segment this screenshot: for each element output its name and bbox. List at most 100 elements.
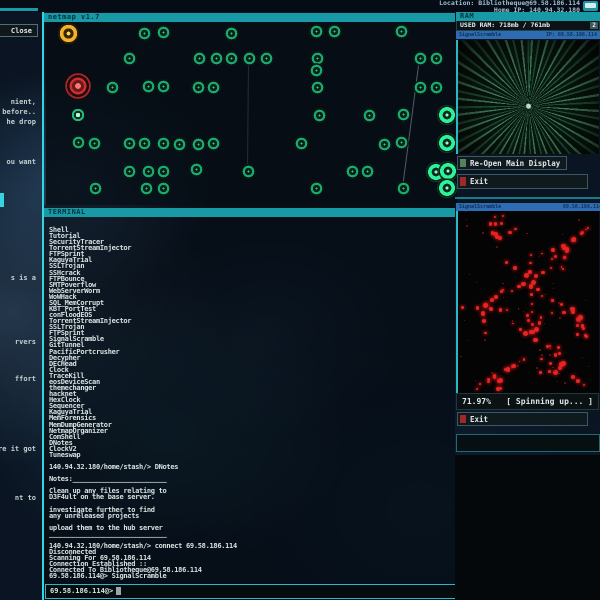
scanner-particle <box>517 365 519 367</box>
netmap-node-normal[interactable] <box>224 26 239 41</box>
netmap-node-normal[interactable] <box>242 51 257 66</box>
netmap-node-normal[interactable] <box>206 80 221 95</box>
scanner-particle <box>502 289 505 292</box>
exit-label: Exit <box>470 415 488 424</box>
scanner-particle <box>484 316 485 317</box>
netmap-node-normal[interactable] <box>141 164 156 179</box>
scanner-exit-button[interactable]: Exit <box>457 412 588 426</box>
netmap-node-normal[interactable] <box>360 164 375 179</box>
scanner-particle <box>558 352 561 355</box>
netmap-node-normal[interactable] <box>156 164 171 179</box>
netmap-node-normal[interactable] <box>156 136 171 151</box>
scanner-particle <box>541 253 543 255</box>
netmap-node-normal[interactable] <box>259 51 274 66</box>
netmap-node-normal[interactable] <box>345 164 360 179</box>
netmap-node-normal[interactable] <box>156 79 171 94</box>
scanner-particle <box>476 306 480 310</box>
netmap-node-normal[interactable] <box>362 108 377 123</box>
netmap-node-normal[interactable] <box>309 63 324 78</box>
reopen-main-display-button[interactable]: Re-Open Main Display <box>457 156 567 170</box>
netmap-node-normal[interactable] <box>191 80 206 95</box>
netmap-node-normal[interactable] <box>429 51 444 66</box>
scanner-particle <box>580 232 583 235</box>
netmap-node-selected[interactable] <box>64 72 92 100</box>
netmap-node-normal[interactable] <box>141 79 156 94</box>
scanner-status: [ Spinning up... ] <box>506 397 593 406</box>
netmap-node-normal[interactable] <box>310 80 325 95</box>
netmap-node-normal[interactable] <box>309 181 324 196</box>
netmap-node-normal[interactable] <box>87 136 102 151</box>
scanner-particle <box>564 382 566 384</box>
scanner-particle <box>523 331 528 336</box>
button-accent <box>460 177 466 186</box>
netmap-node-normal[interactable] <box>156 181 171 196</box>
netmap-node-normal[interactable] <box>394 24 409 39</box>
side-tab[interactable] <box>0 193 4 207</box>
scanner-particle <box>502 283 504 285</box>
netmap-node-normal[interactable] <box>189 162 204 177</box>
netmap-node-star[interactable] <box>71 108 85 122</box>
netmap-node-normal[interactable] <box>294 136 309 151</box>
netmap-node-normal[interactable] <box>71 135 86 150</box>
netmap-node-bright[interactable] <box>437 133 457 153</box>
netmap-node-normal[interactable] <box>396 107 411 122</box>
scanner-particle <box>466 219 467 220</box>
scanner-particle <box>549 354 551 356</box>
scanner-particle <box>529 284 533 288</box>
netmap-node-normal[interactable] <box>429 80 444 95</box>
netmap-node-normal[interactable] <box>241 164 256 179</box>
email-header-fragment <box>0 8 38 11</box>
netmap-node-normal[interactable] <box>139 181 154 196</box>
scanner-particle <box>467 340 468 341</box>
ram-panel: RAM USED RAM: 718mb / 761mb2 SignalScram… <box>456 12 600 39</box>
netmap-node-normal[interactable] <box>191 137 206 152</box>
netmap-node-normal[interactable] <box>327 24 342 39</box>
netmap-node-normal[interactable] <box>88 181 103 196</box>
scanner-header: SignalScramble69.58.186.114 <box>456 203 600 211</box>
scanner-particle <box>549 345 551 347</box>
netmap-node-normal[interactable] <box>377 137 392 152</box>
terminal-input[interactable]: 69.58.186.114@> <box>45 584 457 599</box>
netmap-node-normal[interactable] <box>309 24 324 39</box>
scanner-particle <box>551 299 553 301</box>
netmap-node-normal[interactable] <box>156 25 171 40</box>
netmap-node-normal[interactable] <box>394 135 409 150</box>
netmap-node-normal[interactable] <box>137 136 152 151</box>
netmap-title: netmap v1.7 <box>44 13 455 22</box>
scanner-particle <box>460 356 462 358</box>
scanner-particle <box>552 367 553 368</box>
terminal-window: TERMINAL ShellTutorialSecurityTracerTorr… <box>42 205 455 600</box>
scanner-particle <box>541 354 543 356</box>
netmap-node-normal[interactable] <box>172 137 187 152</box>
scanner-particle <box>576 333 579 336</box>
netmap-node-normal[interactable] <box>396 181 411 196</box>
netmap-node-normal[interactable] <box>206 136 221 151</box>
netmap-node-normal[interactable] <box>413 51 428 66</box>
scanner-particle <box>550 348 552 350</box>
netmap-node-normal[interactable] <box>192 51 207 66</box>
scanner-particle <box>486 325 487 326</box>
display-exit-button[interactable]: Exit <box>457 174 588 189</box>
netmap-node-normal[interactable] <box>209 51 224 66</box>
scanner-particle <box>494 216 496 218</box>
chat-icon[interactable] <box>583 1 598 11</box>
scanner-particle <box>511 290 513 292</box>
scanner-particle <box>536 367 538 369</box>
netmap-node-normal[interactable] <box>137 26 152 41</box>
scanner-particle <box>466 225 468 227</box>
netmap-node-normal[interactable] <box>122 51 137 66</box>
netmap-node-normal[interactable] <box>122 164 137 179</box>
ram-usage-text: USED RAM: 718mb / 761mb <box>460 21 550 29</box>
scanner-progress-row: 71.97%[ Spinning up... ] <box>456 393 599 410</box>
close-button[interactable]: Close <box>0 24 38 37</box>
scanner-particle <box>541 295 543 297</box>
netmap-node-normal[interactable] <box>224 51 239 66</box>
ram-program-row[interactable]: SignalScrambleIP: 69.58.186.114 <box>456 31 600 39</box>
netmap-node-bright[interactable] <box>437 105 457 125</box>
netmap-node-normal[interactable] <box>105 80 120 95</box>
netmap-node-normal[interactable] <box>312 108 327 123</box>
netmap-node-normal[interactable] <box>122 136 137 151</box>
netmap-node-home[interactable] <box>58 23 79 44</box>
netmap-node-normal[interactable] <box>413 80 428 95</box>
netmap-node-bright[interactable] <box>437 178 457 198</box>
